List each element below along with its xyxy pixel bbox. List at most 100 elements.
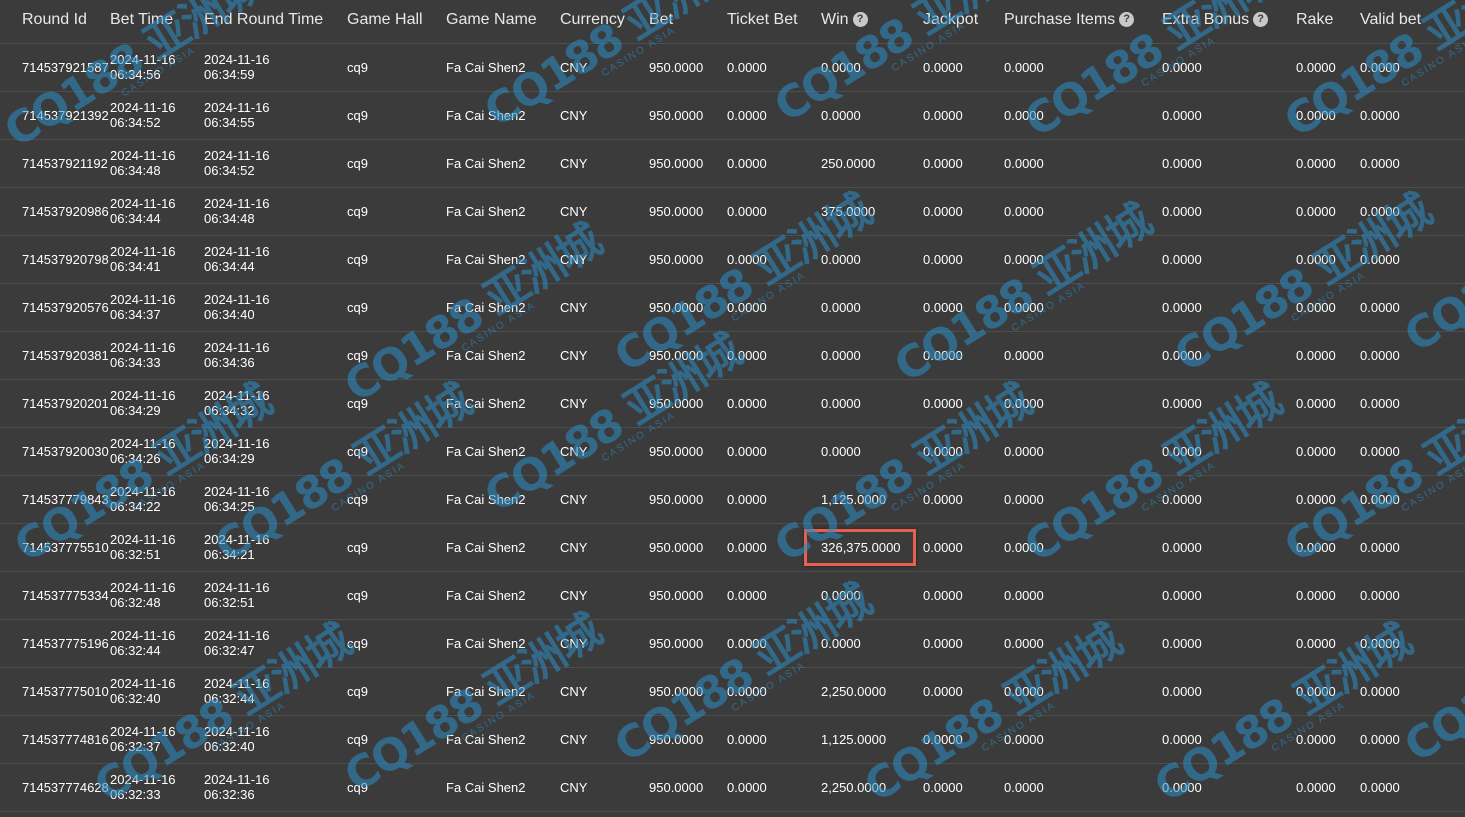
round-id-cell: 714537921392 — [0, 91, 110, 140]
win-cell: 0.0000 — [821, 427, 923, 476]
column-header-extra-bonus[interactable]: Extra Bonus? — [1162, 0, 1296, 44]
column-header-jackpot[interactable]: Jackpot — [923, 0, 1004, 44]
end-round-time-cell: 2024-11-16 06:32:36 — [204, 763, 347, 812]
help-icon[interactable]: ? — [1119, 12, 1135, 27]
column-header-game-hall[interactable]: Game Hall — [347, 0, 446, 44]
game-cell: Fa Cai Shen2 — [446, 763, 560, 812]
table-row[interactable]: 714537920576 2024-11-16 06:34:37 2024-11-16… — [0, 283, 1465, 332]
table-row[interactable]: 714537775510 2024-11-16 06:32:51 2024-11-16… — [0, 523, 1465, 572]
game-cell: Fa Cai Shen2 — [446, 619, 560, 668]
extra-bonus-cell: 0.0000 — [1162, 283, 1296, 332]
highlighted-win-value: 326,375.0000 — [804, 528, 916, 566]
column-header-purchase-items[interactable]: Purchase Items? — [1004, 0, 1162, 44]
table-row[interactable]: 714537774628 2024-11-16 06:32:33 2024-11-16… — [0, 763, 1465, 812]
table-row[interactable]: 714537920381 2024-11-16 06:34:33 2024-11-16… — [0, 331, 1465, 380]
table-row[interactable]: 714537774816 2024-11-16 06:32:37 2024-11-16… — [0, 715, 1465, 764]
table-row[interactable]: 714537920201 2024-11-16 06:34:29 2024-11-16… — [0, 379, 1465, 428]
game-cell: Fa Cai Shen2 — [446, 91, 560, 140]
jackpot-cell: 0.0000 — [923, 763, 1004, 812]
column-header-label: Bet — [649, 10, 674, 28]
purchase-cell: 0.0000 — [1004, 427, 1162, 476]
help-icon[interactable]: ? — [1253, 12, 1269, 27]
end-clock-time: 06:34:21 — [204, 547, 255, 562]
column-header-label: Ticket Bet — [727, 10, 798, 28]
table-row[interactable]: 714537775334 2024-11-16 06:32:48 2024-11-16… — [0, 571, 1465, 620]
game-cell: Fa Cai Shen2 — [446, 43, 560, 92]
column-header-bet-time[interactable]: Bet Time — [110, 0, 204, 44]
hall-cell: cq9 — [347, 331, 446, 380]
column-header-label: Extra Bonus — [1162, 10, 1250, 28]
valid-bet-cell: 0.0000 — [1360, 667, 1465, 716]
column-header-rake[interactable]: Rake — [1296, 0, 1360, 44]
currency-cell: CNY — [560, 715, 649, 764]
table-row[interactable]: 714537921192 2024-11-16 06:34:48 2024-11-16… — [0, 139, 1465, 188]
column-header-round-id[interactable]: Round Id — [0, 0, 110, 44]
table-body: 714537921587 2024-11-16 06:34:56 2024-11-16… — [0, 43, 1465, 812]
valid-bet-cell: 0.0000 — [1360, 475, 1465, 524]
purchase-cell: 0.0000 — [1004, 667, 1162, 716]
purchase-cell: 0.0000 — [1004, 187, 1162, 236]
table-row[interactable]: 714537779843 2024-11-16 06:34:22 2024-11-16… — [0, 475, 1465, 524]
valid-bet-cell: 0.0000 — [1360, 91, 1465, 140]
bet-date: 2024-11-16 — [110, 436, 176, 451]
currency-cell: CNY — [560, 283, 649, 332]
jackpot-cell: 0.0000 — [923, 139, 1004, 188]
extra-bonus-cell: 0.0000 — [1162, 331, 1296, 380]
table-row[interactable]: 714537921392 2024-11-16 06:34:52 2024-11-16… — [0, 91, 1465, 140]
bet-clock-time: 06:32:40 — [110, 691, 161, 706]
bet-time-cell: 2024-11-16 06:32:44 — [110, 619, 204, 668]
end-date: 2024-11-16 — [204, 484, 270, 499]
table-row[interactable]: 714537920798 2024-11-16 06:34:41 2024-11-16… — [0, 235, 1465, 284]
end-clock-time: 06:34:40 — [204, 307, 255, 322]
hall-cell: cq9 — [347, 139, 446, 188]
ticket-bet-cell: 0.0000 — [727, 571, 821, 620]
hall-cell: cq9 — [347, 235, 446, 284]
rake-cell: 0.0000 — [1296, 571, 1360, 620]
purchase-cell: 0.0000 — [1004, 715, 1162, 764]
column-header-valid-bet[interactable]: Valid bet — [1360, 0, 1465, 44]
column-header-end-round-time[interactable]: End Round Time — [204, 0, 347, 44]
column-header-win[interactable]: Win? — [821, 0, 923, 44]
extra-bonus-cell: 0.0000 — [1162, 523, 1296, 572]
bet-clock-time: 06:34:41 — [110, 259, 161, 274]
table-row[interactable]: 714537775010 2024-11-16 06:32:40 2024-11-16… — [0, 667, 1465, 716]
bet-time-cell: 2024-11-16 06:34:37 — [110, 283, 204, 332]
rake-cell: 0.0000 — [1296, 43, 1360, 92]
end-round-time-cell: 2024-11-16 06:34:40 — [204, 283, 347, 332]
help-icon[interactable]: ? — [852, 12, 868, 27]
rake-cell: 0.0000 — [1296, 379, 1360, 428]
column-header-currency[interactable]: Currency — [560, 0, 649, 44]
bet-clock-time: 06:32:44 — [110, 643, 161, 658]
bet-date: 2024-11-16 — [110, 244, 176, 259]
bet-time-cell: 2024-11-16 06:32:40 — [110, 667, 204, 716]
round-id-cell: 714537920986 — [0, 187, 110, 236]
column-header-game-name[interactable]: Game Name — [446, 0, 560, 44]
jackpot-cell: 0.0000 — [923, 715, 1004, 764]
table-row[interactable]: 714537920030 2024-11-16 06:34:26 2024-11-16… — [0, 427, 1465, 476]
column-header-bet[interactable]: Bet — [649, 0, 727, 44]
bet-time-cell: 2024-11-16 06:34:41 — [110, 235, 204, 284]
column-header-label: Jackpot — [923, 10, 979, 28]
bet-cell: 950.0000 — [649, 91, 727, 140]
end-round-time-cell: 2024-11-16 06:32:51 — [204, 571, 347, 620]
column-header-ticket-bet[interactable]: Ticket Bet — [727, 0, 821, 44]
valid-bet-cell: 0.0000 — [1360, 283, 1465, 332]
bet-clock-time: 06:34:44 — [110, 211, 161, 226]
table-row[interactable]: 714537775196 2024-11-16 06:32:44 2024-11-16… — [0, 619, 1465, 668]
ticket-bet-cell: 0.0000 — [727, 283, 821, 332]
table-row[interactable]: 714537921587 2024-11-16 06:34:56 2024-11-16… — [0, 43, 1465, 92]
hall-cell: cq9 — [347, 43, 446, 92]
valid-bet-cell: 0.0000 — [1360, 619, 1465, 668]
table-row[interactable]: 714537920986 2024-11-16 06:34:44 2024-11-16… — [0, 187, 1465, 236]
jackpot-cell: 0.0000 — [923, 571, 1004, 620]
extra-bonus-cell: 0.0000 — [1162, 187, 1296, 236]
hall-cell: cq9 — [347, 667, 446, 716]
game-cell: Fa Cai Shen2 — [446, 475, 560, 524]
bet-date: 2024-11-16 — [110, 676, 176, 691]
win-cell: 1,125.0000 — [821, 475, 923, 524]
purchase-cell: 0.0000 — [1004, 43, 1162, 92]
currency-cell: CNY — [560, 139, 649, 188]
valid-bet-cell: 0.0000 — [1360, 571, 1465, 620]
end-clock-time: 06:34:36 — [204, 355, 255, 370]
currency-cell: CNY — [560, 331, 649, 380]
